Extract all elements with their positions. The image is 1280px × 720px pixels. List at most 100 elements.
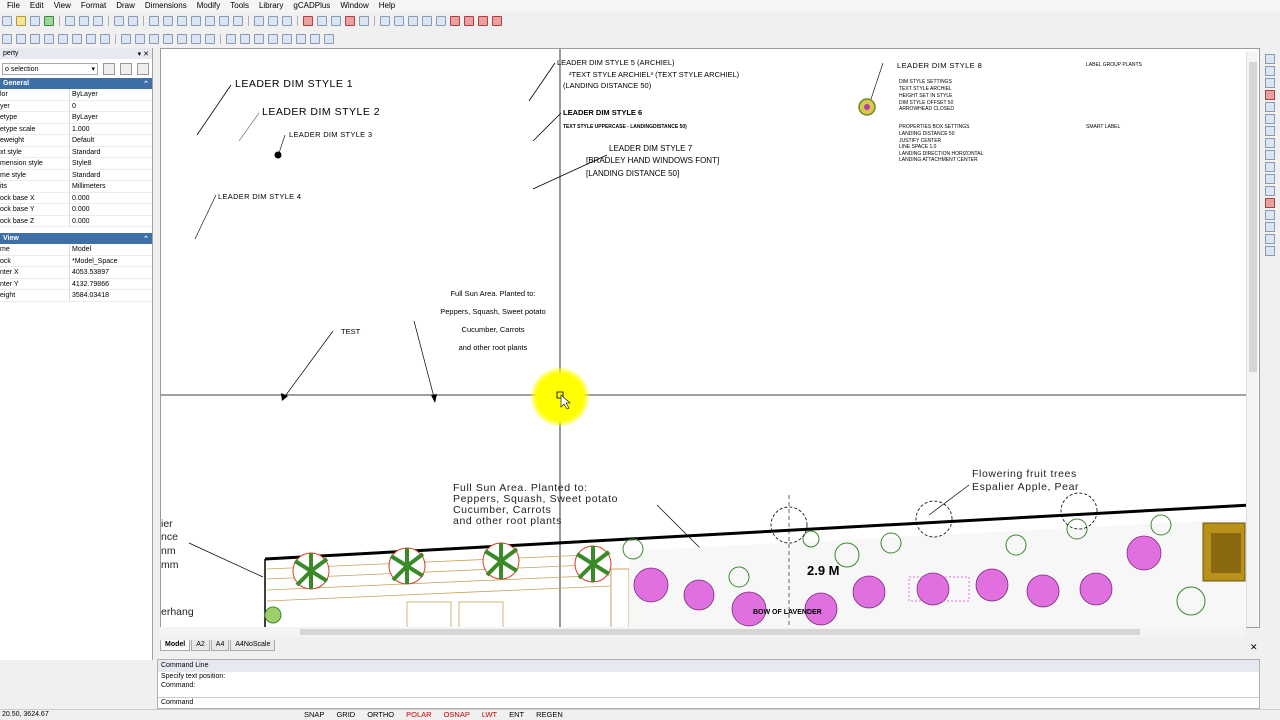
menu-item-file[interactable]: File (2, 0, 25, 12)
layers-icon[interactable] (268, 16, 278, 26)
label-icon[interactable] (1265, 210, 1275, 220)
view-icon[interactable] (282, 16, 292, 26)
save-icon[interactable] (30, 16, 40, 26)
property-value[interactable]: Standard (70, 170, 152, 181)
status-toggle-lwt[interactable]: LWT (476, 710, 503, 720)
line-icon[interactable] (16, 34, 26, 44)
command-input[interactable]: Command (158, 697, 1259, 708)
tab-a2[interactable]: A2 (191, 639, 210, 651)
property-value[interactable]: 1.000 (70, 124, 152, 135)
close-drawing-icon[interactable]: ✕ (1250, 642, 1258, 653)
tab-a4noscale[interactable]: A4NoScale (230, 639, 276, 651)
property-value[interactable]: ByLayer (70, 112, 152, 123)
trim-icon[interactable] (191, 34, 201, 44)
property-row[interactable]: mension style Style8 (0, 158, 152, 170)
snap-perpendicular-icon[interactable] (282, 34, 292, 44)
ellipse-icon[interactable] (100, 34, 110, 44)
property-row[interactable]: lor ByLayer (0, 89, 152, 101)
select-objects-icon[interactable] (120, 62, 132, 75)
cut-icon[interactable] (65, 16, 75, 26)
dim-baseline-icon[interactable] (1265, 102, 1275, 112)
property-value[interactable]: Standard (70, 147, 152, 158)
menu-item-window[interactable]: Window (335, 0, 373, 12)
tolerance-icon[interactable] (1265, 138, 1275, 148)
property-row[interactable]: yer 0 (0, 100, 152, 112)
menu-item-gcadplus[interactable]: gCADPlus (288, 0, 335, 12)
property-row[interactable]: eweight Default (0, 135, 152, 147)
pan-icon[interactable] (219, 16, 229, 26)
vertical-scroll-thumb[interactable] (1249, 62, 1257, 372)
properties-icon[interactable] (254, 16, 264, 26)
table-icon[interactable] (394, 16, 404, 26)
vertical-scrollbar[interactable] (1246, 52, 1258, 627)
rectangle-icon[interactable] (72, 34, 82, 44)
snap-center-icon[interactable] (254, 34, 264, 44)
snap-midpoint-icon[interactable] (240, 34, 250, 44)
property-row[interactable]: ock base X 0.000 (0, 192, 152, 204)
chart-icon[interactable] (380, 16, 390, 26)
zoom-in-icon[interactable] (149, 16, 159, 26)
hatch-icon[interactable] (408, 16, 418, 26)
undo-icon[interactable] (114, 16, 124, 26)
arc-icon[interactable] (44, 34, 54, 44)
toggle-pickadd-icon[interactable] (103, 62, 115, 75)
collapse-icon[interactable]: ⌃ (143, 235, 149, 243)
add-icon[interactable] (44, 16, 54, 26)
menu-item-library[interactable]: Library (254, 0, 288, 12)
property-row[interactable]: ock base Z 0.000 (0, 215, 152, 227)
menu-item-help[interactable]: Help (374, 0, 400, 12)
status-toggle-grid[interactable]: GRID (330, 710, 361, 720)
tree-icon[interactable] (450, 16, 460, 26)
extend-icon[interactable] (205, 34, 215, 44)
property-value[interactable]: 0.000 (70, 204, 152, 215)
property-value[interactable]: Default (70, 135, 152, 146)
new-file-icon[interactable] (2, 16, 12, 26)
paste-icon[interactable] (93, 16, 103, 26)
image-icon[interactable] (478, 16, 488, 26)
columns-icon[interactable] (422, 16, 432, 26)
quick-select-icon[interactable] (137, 62, 149, 75)
print-icon[interactable] (359, 16, 369, 26)
horizontal-scrollbar[interactable] (160, 627, 1246, 637)
menu-item-dimensions[interactable]: Dimensions (140, 0, 192, 12)
property-row[interactable]: me style Standard (0, 169, 152, 181)
general-section-header[interactable]: General ⌃ (0, 78, 152, 89)
snap-nearest-icon[interactable] (310, 34, 320, 44)
property-value[interactable]: ByLayer (70, 89, 152, 100)
horizontal-scroll-thumb[interactable] (300, 629, 1140, 635)
property-row[interactable]: ock *Model_Space (0, 255, 152, 267)
polyline-icon[interactable] (30, 34, 40, 44)
text-icon[interactable] (436, 16, 446, 26)
plant-icon[interactable] (464, 16, 474, 26)
dim-update-icon[interactable] (1265, 186, 1275, 196)
snap-none-icon[interactable] (324, 34, 334, 44)
selection-dropdown[interactable]: o selection (2, 62, 98, 75)
status-toggle-regen[interactable]: REGEN (530, 710, 569, 720)
property-value[interactable]: Model (70, 244, 152, 255)
property-value[interactable]: Millimeters (70, 181, 152, 192)
menu-item-view[interactable]: View (49, 0, 76, 12)
property-row[interactable]: nter Y 4132.79866 (0, 278, 152, 290)
tab-a4[interactable]: A4 (210, 639, 230, 651)
property-row[interactable]: eight 3584.03418 (0, 290, 152, 302)
insert-icon[interactable] (317, 16, 327, 26)
menu-item-modify[interactable]: Modify (192, 0, 226, 12)
property-value[interactable]: 0.000 (70, 216, 152, 227)
circle-icon[interactable] (86, 34, 96, 44)
property-row[interactable]: nter X 4053.53897 (0, 267, 152, 279)
status-toggle-polar[interactable]: POLAR (400, 710, 437, 720)
drawing-canvas[interactable]: LEADER DIM STYLE 1 LEADER DIM STYLE 2 LE… (160, 48, 1260, 630)
status-toggle-osnap[interactable]: OSNAP (438, 710, 476, 720)
schedule-icon[interactable] (1265, 246, 1275, 256)
zoom-extents-icon[interactable] (205, 16, 215, 26)
mirror-icon[interactable] (163, 34, 173, 44)
property-value[interactable]: 0.000 (70, 193, 152, 204)
zoom-previous-icon[interactable] (233, 16, 243, 26)
center-mark-icon[interactable] (1265, 150, 1275, 160)
attribute-icon[interactable] (345, 16, 355, 26)
select-icon[interactable] (2, 34, 12, 44)
zoom-window-icon[interactable] (177, 16, 187, 26)
menu-item-draw[interactable]: Draw (111, 0, 140, 12)
status-toggle-ent[interactable]: ENT (503, 710, 530, 720)
property-row[interactable]: xt style Standard (0, 146, 152, 158)
